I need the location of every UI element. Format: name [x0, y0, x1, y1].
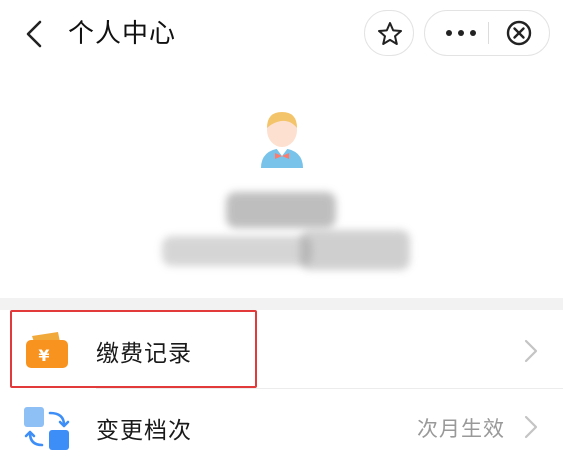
switch-blocks-icon	[24, 407, 70, 450]
section-gap	[0, 298, 563, 310]
menu-divider	[96, 388, 563, 389]
user-avatar-icon	[261, 112, 303, 168]
chevron-right-icon	[524, 339, 538, 363]
avatar[interactable]	[255, 108, 309, 170]
close-button[interactable]	[493, 11, 547, 55]
close-circle-icon	[506, 20, 532, 46]
back-button[interactable]	[16, 14, 56, 54]
redacted-info-2	[300, 230, 410, 270]
chevron-right-icon	[524, 415, 538, 439]
top-bar: 个人中心	[0, 0, 563, 70]
redacted-info-1	[162, 236, 312, 266]
favorite-button[interactable]	[364, 10, 414, 56]
menu-item-value: 次月生效	[417, 417, 505, 441]
redacted-name	[226, 192, 336, 228]
page-title: 个人中心	[68, 19, 177, 49]
menu-item-change-tier[interactable]: 变更档次 次月生效	[0, 390, 563, 468]
capsule-menu	[424, 10, 550, 56]
more-dots-icon	[446, 30, 476, 36]
more-button[interactable]	[435, 11, 487, 55]
capsule-divider	[488, 22, 489, 44]
highlight-box	[10, 310, 257, 388]
profile-section	[0, 70, 563, 298]
chevron-left-icon	[26, 20, 42, 48]
menu-item-label: 变更档次	[96, 418, 192, 444]
star-icon	[378, 22, 402, 45]
